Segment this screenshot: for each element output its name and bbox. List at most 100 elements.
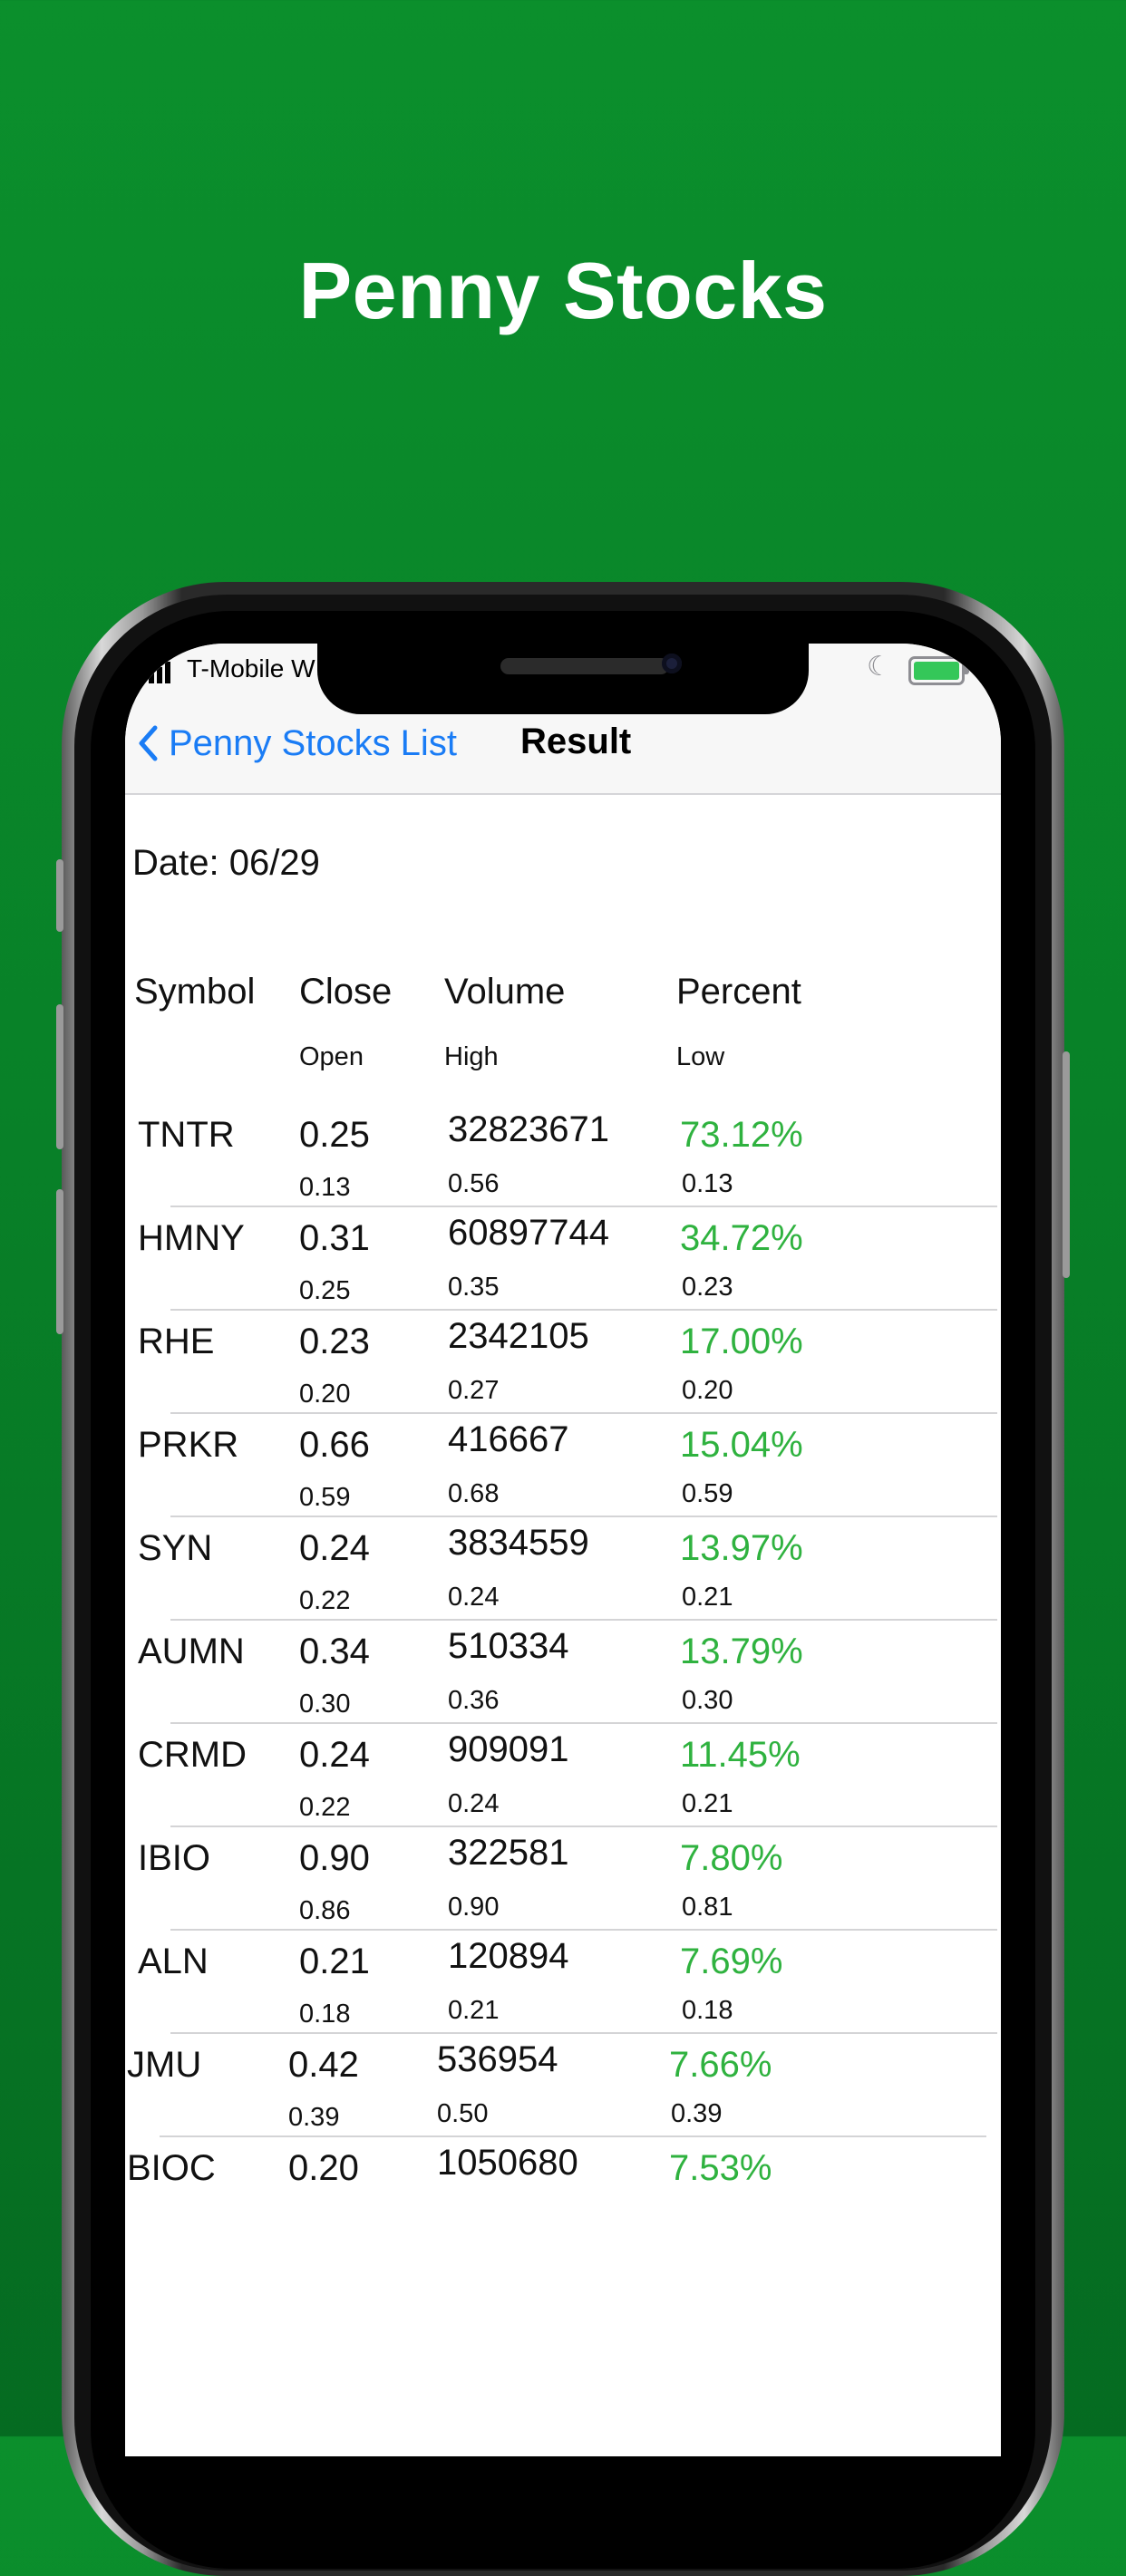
open-cell: 0.39 (288, 2103, 340, 2132)
volume-up-button (56, 1004, 63, 1149)
promo-title: Penny Stocks (298, 246, 828, 335)
low-cell: 0.81 (682, 1893, 733, 1922)
table-row[interactable]: SYN 0.24 3834559 13.97% 0.22 0.24 0.21 (125, 1521, 1001, 1624)
table-row[interactable]: JMU 0.42 536954 7.66% 0.39 0.50 0.39 (125, 2038, 990, 2141)
open-cell: 0.22 (299, 1793, 351, 1822)
power-button (1063, 1051, 1070, 1278)
low-cell: 0.39 (671, 2099, 723, 2128)
row-divider (170, 1619, 997, 1621)
front-camera (662, 654, 682, 673)
table-row[interactable]: ALN 0.21 120894 7.69% 0.18 0.21 0.18 (125, 1934, 1001, 2038)
open-cell: 0.25 (299, 1276, 351, 1305)
symbol-cell: ALN (138, 1942, 209, 1981)
table-row[interactable]: TNTR 0.25 32823671 73.12% 0.13 0.56 0.13 (125, 1108, 1001, 1211)
table-row[interactable]: PRKR 0.66 416667 15.04% 0.59 0.68 0.59 (125, 1418, 1001, 1521)
close-cell: 0.31 (299, 1218, 370, 1258)
speaker-grille (500, 658, 669, 674)
header-symbol: Symbol (134, 972, 256, 1012)
close-cell: 0.66 (299, 1425, 370, 1465)
table-row[interactable]: AUMN 0.34 510334 13.79% 0.30 0.36 0.30 (125, 1624, 1001, 1728)
phone-notch (317, 644, 809, 714)
low-cell: 0.13 (682, 1169, 733, 1198)
back-button[interactable]: Penny Stocks List (138, 716, 457, 770)
row-divider (160, 2135, 986, 2137)
open-cell: 0.59 (299, 1483, 351, 1512)
header-percent: Percent (676, 972, 801, 1012)
volume-cell: 32823671 (448, 1109, 609, 1149)
percent-cell: 7.69% (680, 1942, 783, 1981)
symbol-cell: SYN (138, 1528, 213, 1568)
high-cell: 0.24 (448, 1789, 500, 1818)
header-close: Close (299, 972, 393, 1012)
low-cell: 0.21 (682, 1583, 733, 1612)
date-label: Date: 06/29 (132, 843, 320, 883)
percent-cell: 73.12% (680, 1115, 803, 1155)
open-cell: 0.20 (299, 1380, 351, 1409)
row-divider (170, 1309, 997, 1311)
low-cell: 0.18 (682, 1996, 733, 2025)
table-row[interactable]: CRMD 0.24 909091 11.45% 0.22 0.24 0.21 (125, 1728, 1001, 1831)
high-cell: 0.50 (437, 2099, 489, 2128)
volume-cell: 416667 (448, 1419, 569, 1459)
low-cell: 0.23 (682, 1273, 733, 1302)
symbol-cell: HMNY (138, 1218, 245, 1258)
volume-cell: 2342105 (448, 1316, 589, 1356)
open-cell: 0.30 (299, 1690, 351, 1719)
high-cell: 0.68 (448, 1479, 500, 1508)
close-cell: 0.90 (299, 1838, 370, 1878)
volume-cell: 536954 (437, 2039, 558, 2079)
symbol-cell: JMU (127, 2045, 202, 2085)
page-title: Result (520, 721, 632, 761)
list-clip-mask (125, 2206, 1001, 2456)
low-cell: 0.20 (682, 1376, 733, 1405)
close-cell: 0.34 (299, 1632, 370, 1671)
low-cell: 0.59 (682, 1479, 733, 1508)
open-cell: 0.86 (299, 1896, 351, 1925)
high-cell: 0.24 (448, 1583, 500, 1612)
silent-switch (56, 859, 63, 932)
percent-cell: 15.04% (680, 1425, 803, 1465)
row-divider (170, 2032, 997, 2034)
percent-cell: 7.80% (680, 1838, 783, 1878)
table-row[interactable]: IBIO 0.90 322581 7.80% 0.86 0.90 0.81 (125, 1831, 1001, 1934)
row-divider (170, 1929, 997, 1931)
high-cell: 0.90 (448, 1893, 500, 1922)
close-cell: 0.24 (299, 1528, 370, 1568)
high-cell: 0.36 (448, 1686, 500, 1715)
close-cell: 0.23 (299, 1322, 370, 1361)
carrier-label: T-Mobile W (187, 654, 315, 683)
battery-tip (965, 663, 969, 674)
volume-cell: 510334 (448, 1626, 569, 1666)
close-cell: 0.42 (288, 2045, 359, 2085)
open-cell: 0.22 (299, 1586, 351, 1615)
row-divider (170, 1412, 997, 1414)
low-cell: 0.21 (682, 1789, 733, 1818)
volume-cell: 1050680 (437, 2143, 578, 2183)
row-divider (170, 1516, 997, 1517)
row-divider (170, 1206, 997, 1207)
symbol-cell: TNTR (138, 1115, 235, 1155)
percent-cell: 7.66% (669, 2045, 772, 2085)
do-not-disturb-icon: ☾ (867, 652, 891, 682)
close-cell: 0.20 (288, 2148, 359, 2188)
subheader-open: Open (299, 1042, 364, 1071)
symbol-cell: BIOC (127, 2148, 216, 2188)
volume-cell: 322581 (448, 1833, 569, 1873)
high-cell: 0.27 (448, 1376, 500, 1405)
symbol-cell: PRKR (138, 1425, 239, 1465)
volume-cell: 3834559 (448, 1523, 589, 1563)
open-cell: 0.18 (299, 2000, 351, 2029)
back-button-label: Penny Stocks List (169, 722, 457, 763)
header-volume: Volume (444, 972, 566, 1012)
symbol-cell: IBIO (138, 1838, 211, 1878)
row-divider (170, 1722, 997, 1724)
open-cell: 0.13 (299, 1173, 351, 1202)
table-row[interactable]: RHE 0.23 2342105 17.00% 0.20 0.27 0.20 (125, 1314, 1001, 1418)
table-row[interactable]: HMNY 0.31 60897744 34.72% 0.25 0.35 0.23 (125, 1211, 1001, 1314)
volume-cell: 120894 (448, 1936, 569, 1976)
phone-screen: T-Mobile W ☾ Penny Stocks List Result Da… (125, 644, 1001, 2456)
percent-cell: 17.00% (680, 1322, 803, 1361)
percent-cell: 7.53% (669, 2148, 772, 2188)
battery-icon (908, 656, 965, 685)
volume-cell: 60897744 (448, 1213, 609, 1253)
